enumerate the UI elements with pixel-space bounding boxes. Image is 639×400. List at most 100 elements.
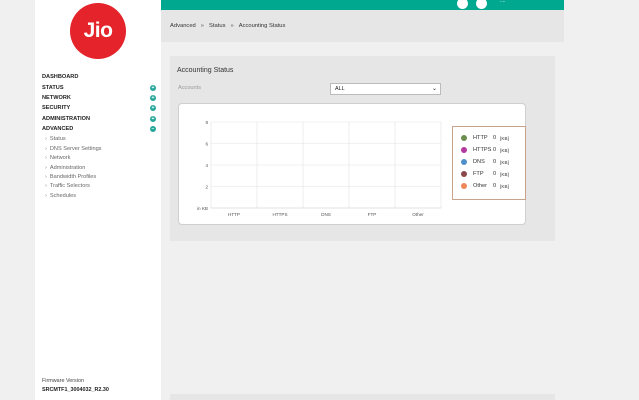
subnav-traffic-selectors[interactable]: › Traffic Selectors (42, 183, 156, 192)
firmware-info: Firmware Version SRCMTF1_3004032_R2.30 (42, 377, 109, 394)
user-icon[interactable] (476, 0, 487, 9)
legend-label: HTTP (473, 135, 488, 141)
subnav-label: Traffic Selectors (49, 183, 90, 190)
chevron-right-icon: › (45, 192, 47, 199)
subnav-administration[interactable]: › Administration (42, 165, 156, 174)
breadcrumb-accounting-status: Accounting Status (238, 23, 286, 29)
subnav-status[interactable]: › Status (42, 136, 156, 145)
expand-icon[interactable]: + (150, 115, 156, 122)
x-tick-label: DNS (321, 212, 331, 217)
y-tick-label: 4 (205, 163, 208, 168)
subnav-label: DNS Server Settings (49, 145, 102, 152)
legend-swatch (461, 183, 467, 189)
topbar-user-text[interactable]: .... (500, 0, 506, 4)
chevron-right-icon: › (45, 173, 47, 180)
x-tick-label: HTTPS (272, 212, 287, 217)
nav-dashboard[interactable]: DASHBOARD (42, 72, 156, 82)
collapse-icon[interactable]: − (150, 126, 156, 133)
jio-logo[interactable]: Jio (70, 3, 126, 59)
nav-advanced[interactable]: ADVANCED − (42, 124, 156, 134)
breadcrumb-status[interactable]: Status (209, 23, 225, 29)
legend-swatch (461, 147, 467, 153)
nav-label: ADVANCED (42, 126, 74, 133)
nav-administration[interactable]: ADMINISTRATION + (42, 114, 156, 124)
y-tick-label: 8 (205, 120, 208, 125)
page-margin (0, 0, 35, 400)
expand-icon[interactable]: + (150, 105, 156, 112)
chevron-down-icon: ⌄ (431, 86, 437, 92)
legend-label: FTP (473, 171, 484, 177)
chart-container: in KB 2 4 6 8 HTTP HTTPS DNS FTP Other HTTP 0 [KB] H… (178, 103, 526, 225)
nav-status[interactable]: STATUS + (42, 82, 156, 92)
accounting-status-panel: Accounting Status Accounts ALL ⌄ in KB 2 4… (170, 56, 555, 241)
chevron-right-icon: › (45, 183, 47, 190)
chevron-right-icon: › (45, 164, 47, 171)
legend-swatch (461, 135, 467, 141)
chevron-right-icon: › (45, 136, 47, 143)
nav-label: STATUS (42, 84, 64, 91)
chevron-right-icon: › (45, 155, 47, 162)
subnav-dns-server-settings[interactable]: › DNS Server Settings (42, 146, 156, 155)
subnav-schedules[interactable]: › Schedules (42, 193, 156, 202)
advanced-submenu: › Status › DNS Server Settings › Network › A… (42, 136, 156, 202)
legend-unit: [KB] (500, 171, 509, 177)
legend-value: 0 (493, 159, 497, 165)
subnav-label: Network (49, 155, 71, 162)
legend-label: HTTPS (473, 147, 492, 153)
sidebar-nav: DASHBOARD STATUS + NETWORK + SECURITY + … (42, 72, 156, 202)
legend-unit: [KB] (500, 135, 509, 141)
accounts-label: Accounts (178, 85, 202, 91)
sidebar: Jio DASHBOARD STATUS + NETWORK + SECURIT… (35, 0, 161, 400)
legend-item: Other 0 [KB] (461, 180, 517, 192)
y-tick-label: 6 (205, 142, 208, 147)
accounts-select[interactable]: ALL ⌄ (330, 83, 441, 95)
subnav-label: Status (49, 136, 66, 143)
breadcrumb-advanced[interactable]: Advanced (170, 23, 196, 29)
nav-label: NETWORK (42, 94, 71, 101)
firmware-label: Firmware Version (42, 378, 84, 384)
y-tick-label: in KB (197, 206, 208, 211)
subnav-network[interactable]: › Network (42, 155, 156, 164)
legend-item: HTTPS 0 [KB] (461, 144, 517, 156)
x-tick-label: FTP (368, 212, 377, 217)
legend-unit: [KB] (500, 183, 509, 189)
breadcrumb: Advanced » Status » Accounting Status (161, 10, 564, 42)
nav-label: ADMINISTRATION (42, 115, 91, 122)
legend-value: 0 (493, 171, 497, 177)
legend-value: 0 (493, 147, 497, 153)
legend-label: Other (473, 183, 487, 189)
nav-network[interactable]: NETWORK + (42, 93, 156, 103)
firmware-version: SRCMTF1_3004032_R2.30 (42, 386, 109, 393)
y-tick-label: 2 (205, 185, 208, 190)
panel-title: Accounting Status (177, 67, 234, 74)
breadcrumb-separator: » (200, 23, 205, 29)
nav-label: SECURITY (42, 105, 71, 112)
subnav-bandwidth-profiles[interactable]: › Bandwidth Profiles (42, 174, 156, 183)
x-tick-label: HTTP (228, 212, 240, 217)
tools-icon[interactable] (457, 0, 468, 9)
breadcrumb-separator: » (230, 23, 234, 29)
legend-item: DNS 0 [KB] (461, 156, 517, 168)
chevron-right-icon: › (45, 145, 47, 152)
nav-security[interactable]: SECURITY + (42, 103, 156, 113)
chart-legend: HTTP 0 [KB] HTTPS 0 [KB] DNS 0 [KB] FTP 0 [KB] Other… (452, 126, 526, 200)
legend-swatch (461, 171, 467, 177)
accounting-bar-chart: in KB 2 4 6 8 HTTP HTTPS DNS FTP Other (197, 120, 442, 217)
x-tick-label: Other (412, 212, 424, 217)
legend-value: 0 (493, 183, 497, 189)
legend-value: 0 (493, 135, 497, 141)
expand-icon[interactable]: + (150, 84, 156, 91)
subnav-label: Schedules (49, 192, 76, 199)
nav-label: DASHBOARD (42, 74, 79, 81)
legend-label: DNS (473, 159, 485, 165)
legend-swatch (461, 159, 467, 165)
legend-item: FTP 0 [KB] (461, 168, 517, 180)
subnav-label: Administration (49, 164, 86, 171)
legend-item: HTTP 0 [KB] (461, 132, 517, 144)
expand-icon[interactable]: + (150, 94, 156, 101)
top-bar: .... (161, 0, 564, 10)
accounts-select-value: ALL (335, 86, 345, 92)
legend-unit: [KB] (500, 159, 509, 165)
subnav-label: Bandwidth Profiles (49, 173, 97, 180)
legend-unit: [KB] (500, 147, 509, 153)
